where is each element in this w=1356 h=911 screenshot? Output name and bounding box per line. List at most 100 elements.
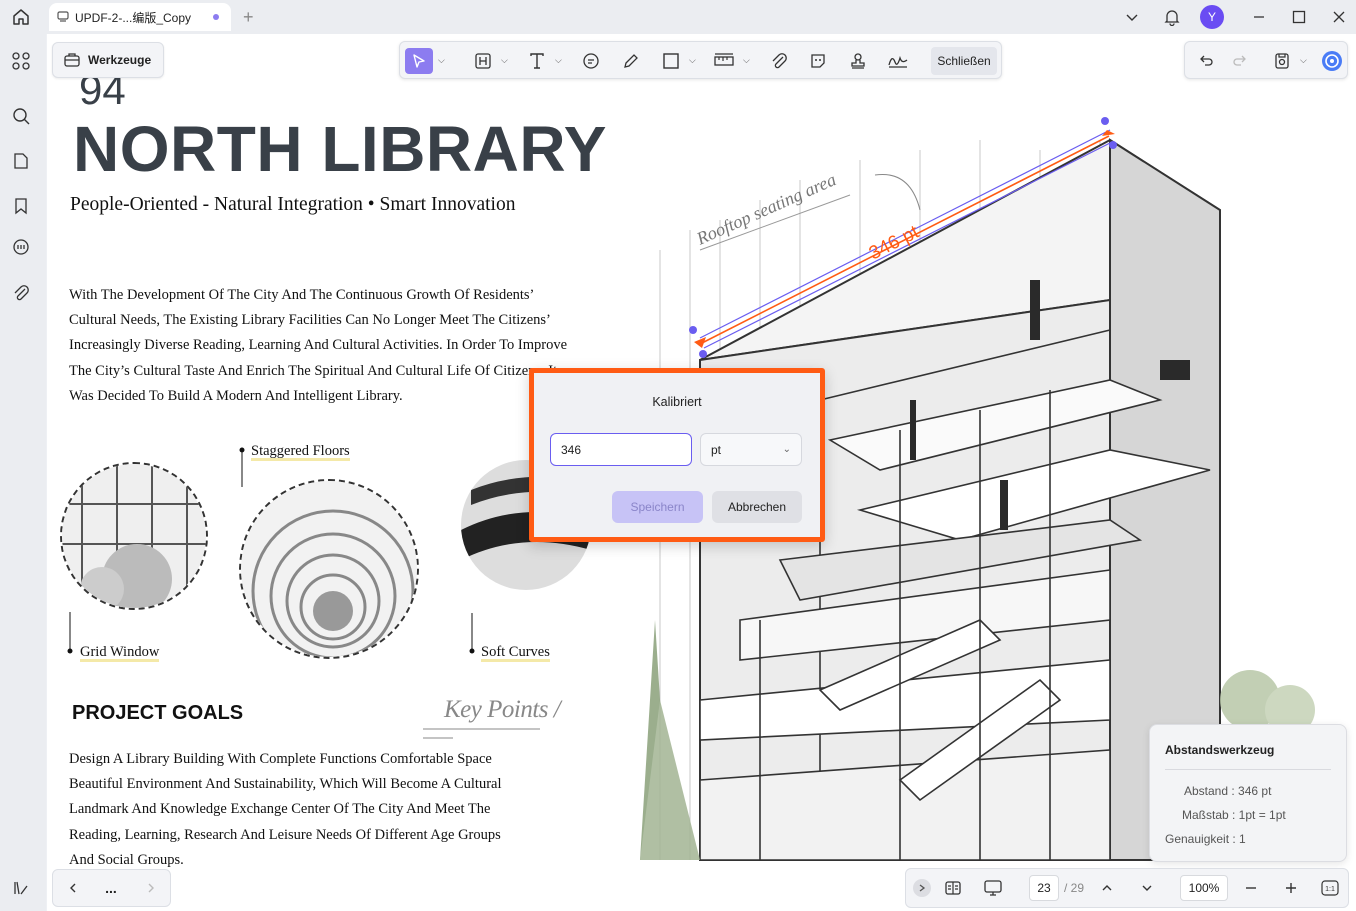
chevron-up-icon[interactable] [1096, 877, 1118, 899]
goals-line: Landmark And Knowledge Exchange Center O… [69, 801, 491, 818]
layers-icon[interactable] [9, 876, 33, 900]
chevron-down-icon: ⌄ [782, 444, 791, 455]
signature-icon [888, 55, 908, 68]
divider [1165, 769, 1331, 770]
select-tool-caret[interactable]: ⌵ [438, 55, 445, 66]
save-caret[interactable]: ⌵ [1300, 55, 1307, 66]
current-page-input[interactable]: 23 [1029, 875, 1059, 901]
intro-paragraph: With The Development Of The City And The… [69, 283, 589, 409]
zoom-in-icon[interactable] [1280, 877, 1302, 899]
staggered-floors-photo [239, 479, 419, 659]
key-points-label: Key Points / [444, 696, 561, 723]
rooftop-annotation-text: Rooftop seating area [693, 169, 839, 249]
undo-icon[interactable] [1193, 48, 1219, 74]
search-icon[interactable] [9, 104, 33, 128]
highlight-icon [475, 53, 491, 69]
caption-staggered-floors: Staggered Floors [251, 443, 350, 461]
home-icon[interactable] [8, 5, 34, 29]
text-icon [530, 53, 544, 69]
unit-select[interactable]: pt ⌄ [700, 433, 802, 466]
chevron-right-icon[interactable] [141, 878, 161, 898]
page-nav-bottom: 23 / 29 100% 1:1 [905, 868, 1349, 908]
shape-tool[interactable] [658, 48, 684, 74]
scale-value: Maßstab : 1pt = 1pt [1182, 808, 1286, 822]
left-rail [0, 34, 46, 911]
intro-line: The City’s Cultural Taste And Enrich The… [69, 362, 558, 379]
shape-tool-caret[interactable]: ⌵ [689, 55, 696, 66]
thumbnails-icon[interactable] [9, 49, 33, 73]
save-button[interactable]: Speichern [612, 491, 703, 523]
intro-line: Cultural Needs, The Existing Library Fac… [69, 312, 551, 329]
measure-tool[interactable] [710, 48, 738, 74]
signature-tool[interactable] [884, 48, 912, 74]
maximize-icon[interactable] [1287, 6, 1311, 28]
save-icon[interactable] [1269, 48, 1295, 74]
document-title: NORTH LIBRARY [73, 113, 607, 185]
caption-soft-curves: Soft Curves [481, 644, 550, 662]
close-tools-button[interactable]: Schließen [931, 47, 997, 75]
bookmark-icon[interactable] [9, 194, 33, 218]
ai-assistant-icon[interactable] [1320, 48, 1344, 74]
actual-size-icon[interactable]: 1:1 [1319, 877, 1341, 899]
caption-grid-window: Grid Window [80, 644, 160, 662]
annotation-toolbar: ⌵ ⌵ ⌵ ⌵ ⌵ Schließen [399, 41, 1002, 79]
pages-icon[interactable] [9, 149, 33, 173]
tools-button[interactable]: Werkzeuge [52, 42, 164, 78]
distance-panel-title: Abstandswerkzeug [1165, 743, 1275, 757]
bell-icon[interactable] [1160, 6, 1184, 28]
redo-icon[interactable] [1227, 48, 1253, 74]
project-goals-heading: PROJECT GOALS [72, 702, 244, 724]
tab-title: UPDF-2-...编版_Copy [75, 10, 192, 25]
presentation-icon[interactable] [982, 877, 1004, 899]
page-nav-left: ... [52, 869, 171, 907]
intro-line: Increasingly Diverse Reading, Learning A… [69, 337, 568, 354]
avatar[interactable]: Y [1200, 5, 1224, 29]
text-tool-caret[interactable]: ⌵ [555, 55, 562, 66]
intro-line: With The Development Of The City And The… [69, 287, 535, 303]
calibration-value-input[interactable] [550, 433, 692, 466]
goals-line: Design A Library Building With Complete … [69, 751, 492, 767]
distance-value: Abstand : 346 pt [1184, 784, 1272, 798]
unsaved-dot [213, 14, 219, 20]
chevron-down-icon[interactable] [1120, 6, 1144, 28]
intro-line: Was Decided To Build A Modern And Intell… [69, 387, 403, 404]
right-toolbar: ⌵ [1184, 41, 1348, 79]
cancel-button[interactable]: Abbrechen [712, 491, 802, 523]
chevron-down-icon[interactable] [1136, 877, 1158, 899]
more-button[interactable]: ... [101, 878, 121, 898]
grid-window-photo [60, 462, 208, 610]
precision-value: Genauigkeit : 1 [1165, 832, 1246, 846]
comment-tool[interactable] [578, 48, 604, 74]
total-pages: / 29 [1064, 881, 1085, 895]
page-layout-icon[interactable] [942, 877, 964, 899]
highlight-tool[interactable] [470, 48, 496, 74]
pencil-icon [624, 54, 638, 68]
zoom-out-icon[interactable] [1240, 877, 1262, 899]
close-window-icon[interactable] [1327, 6, 1351, 28]
attachment-icon[interactable] [9, 281, 33, 305]
rectangle-icon [663, 53, 679, 69]
pencil-tool[interactable] [618, 48, 644, 74]
chevron-left-icon[interactable] [63, 878, 83, 898]
distance-tool-panel: Abstandswerkzeug Abstand : 346 pt Maßsta… [1149, 724, 1347, 862]
new-tab-icon[interactable]: + [243, 7, 254, 28]
text-tool[interactable] [524, 48, 550, 74]
svg-text:1:1: 1:1 [1325, 886, 1335, 893]
tab-document-icon [57, 10, 69, 25]
goals-line: Reading, Learning, Research And Leisure … [69, 826, 501, 843]
collapse-arrow-icon[interactable] [913, 879, 931, 897]
sticker-tool[interactable] [805, 48, 831, 74]
measure-tool-caret[interactable]: ⌵ [743, 55, 750, 66]
zoom-level[interactable]: 100% [1180, 875, 1228, 901]
cursor-icon [413, 54, 425, 68]
ruler-icon [714, 53, 734, 66]
comments-icon[interactable] [9, 236, 33, 260]
minimize-icon[interactable] [1247, 6, 1271, 28]
document-tab[interactable]: UPDF-2-...编版_Copy [49, 3, 231, 31]
highlight-tool-caret[interactable]: ⌵ [501, 55, 508, 66]
select-tool[interactable] [405, 48, 433, 74]
attach-tool[interactable] [766, 48, 792, 74]
stamp-icon [851, 53, 865, 69]
stamp-tool[interactable] [845, 48, 871, 74]
sticker-icon [811, 54, 825, 68]
